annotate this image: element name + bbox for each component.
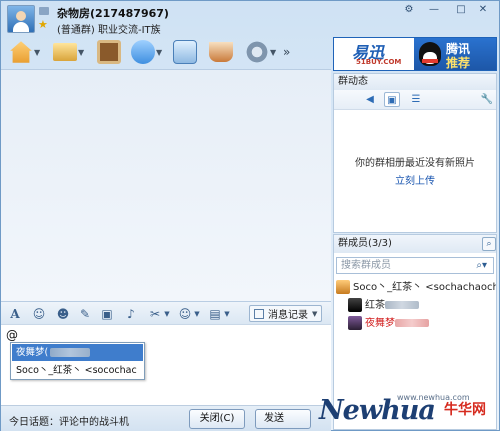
image-icon[interactable]: ▣ [99, 306, 115, 322]
star-icon: ★ [38, 18, 48, 31]
member-name: Soco丶_红茶丶 <sochachaocha [353, 282, 496, 293]
blurred-id [50, 348, 91, 357]
home-button[interactable]: ▼ [9, 39, 42, 65]
main-toolbar: ▼ ▼ ▼ ▼ » [1, 37, 331, 69]
speaker-icon[interactable]: ◀ [362, 92, 378, 107]
settings-button[interactable]: ▼ [245, 39, 278, 65]
folder-icon [53, 43, 77, 61]
mention-suggestion-item[interactable]: Soco丶_红茶丶 <socochac [12, 362, 143, 379]
group-chat-button[interactable] [173, 39, 197, 65]
chevron-down-icon[interactable]: ▼ [193, 306, 201, 322]
chevron-down-icon[interactable]: ▼ [78, 48, 86, 57]
mention-suggestion-popup: 夜舞梦( Soco丶_红茶丶 <socochac [10, 342, 145, 380]
apps-button[interactable] [209, 39, 233, 65]
chevron-down-icon[interactable]: ▼ [163, 306, 171, 322]
home-icon [10, 41, 32, 63]
blurred-id [395, 319, 429, 327]
history-icon [254, 308, 264, 319]
avatar [348, 316, 362, 330]
wrench-icon[interactable]: 🔧 [479, 92, 495, 107]
chat-history-area[interactable] [1, 69, 331, 301]
daily-topic[interactable]: 今日话题：评论中的战斗机 [9, 413, 129, 428]
coffee-cup-icon [209, 42, 233, 62]
message-input-text: @ [6, 328, 18, 342]
message-history-button[interactable]: 消息记录 ▼ [249, 305, 323, 322]
member-name: 夜舞梦 [365, 318, 395, 329]
member-list-item[interactable]: 红茶 [334, 297, 496, 315]
maximize-button[interactable]: □ [451, 3, 471, 17]
more-tools-button[interactable]: » [283, 39, 290, 65]
search-dropdown-icon[interactable]: ⌕▾ [476, 258, 487, 273]
avatar [336, 280, 350, 294]
music-icon[interactable]: ♪ [123, 306, 139, 322]
gear-icon [245, 40, 269, 64]
qq-group-chat-window: ★ 杂物房(217487967) (普通群) 职业交流-IT族 ⚙ — □ ✕ … [0, 0, 500, 431]
ad-text-line2: 推荐 [446, 56, 471, 70]
group-chat-icon [173, 40, 197, 64]
photo-icon[interactable]: ▣ [384, 92, 400, 107]
empty-album-message: 你的群相册最近没有新照片 [355, 158, 475, 169]
voice-button[interactable]: ▼ [131, 39, 164, 65]
group-avatar[interactable] [7, 5, 35, 33]
chevron-down-icon[interactable]: ▼ [270, 48, 278, 57]
bottom-bar: 今日话题：评论中的战斗机 关闭(C) 发送 [1, 405, 331, 431]
group-description: (普通群) 职业交流-IT族 [57, 25, 161, 36]
edit-icon[interactable]: ✎ [77, 306, 93, 322]
ad-url: 51BUY.COM [356, 58, 402, 66]
album-icon [97, 40, 121, 64]
mention-suggestion-item[interactable]: 夜舞梦( [12, 344, 143, 361]
mention-suggestion-name: 夜舞梦( [16, 347, 49, 358]
chevron-down-icon[interactable]: ▼ [312, 310, 317, 318]
group-news-tabs: ◀ ▣ ☰ 🔧 [334, 90, 496, 110]
chevron-down-icon[interactable]: ▼ [34, 48, 42, 57]
advertisement-banner[interactable]: 易迅 51BUY.COM 腾讯 推荐 [333, 37, 497, 71]
ad-brand-area: 易迅 51BUY.COM [334, 38, 414, 70]
mention-suggestion-name: Soco丶_红茶丶 <socochac [16, 365, 137, 376]
album-button[interactable] [97, 39, 121, 65]
emoji-icon[interactable]: ☺ [177, 306, 193, 322]
magic-face-icon[interactable]: ☻ [55, 306, 71, 322]
minimize-button[interactable]: — [424, 3, 444, 17]
font-icon[interactable]: A [7, 306, 23, 322]
group-news-title: 群动态 [334, 74, 496, 90]
group-members-title: 群成员(3/3) [334, 235, 496, 253]
window-shake-icon[interactable]: ▤ [207, 306, 223, 322]
input-toolbar: A ☺ ☻ ✎ ▣ ♪ ✂ ▼ ☺ ▼ ▤ ▼ 消息记录 ▼ [1, 301, 331, 325]
blurred-id [385, 301, 419, 309]
group-members-panel: 群成员(3/3) ⌕ 搜索群成员 ⌕▾ Soco丶_红茶丶 <sochachao… [333, 234, 497, 430]
member-list-item[interactable]: 夜舞梦 [334, 315, 496, 333]
screenshot-scissors-icon[interactable]: ✂ [147, 306, 163, 322]
member-name: 红茶 [365, 300, 385, 311]
qq-penguin-icon [419, 42, 441, 66]
send-button[interactable]: 发送 [255, 409, 311, 429]
member-list-item[interactable]: Soco丶_红茶丶 <sochachaocha [334, 279, 496, 297]
close-button[interactable]: 关闭(C) [189, 409, 245, 429]
member-search-input[interactable]: 搜索群成员 ⌕▾ [336, 257, 494, 274]
group-news-panel: 群动态 ◀ ▣ ☰ 🔧 你的群相册最近没有新照片 立刻上传 [333, 73, 497, 233]
close-window-button[interactable]: ✕ [473, 3, 493, 17]
group-name: 杂物房(217487967) [57, 7, 169, 20]
message-history-label: 消息记录 [268, 310, 308, 321]
group-type-icon [39, 7, 49, 15]
list-icon[interactable]: ☰ [408, 92, 424, 107]
microphone-icon [131, 40, 155, 64]
share-files-button[interactable]: ▼ [53, 39, 86, 65]
avatar [348, 298, 362, 312]
upload-now-link[interactable]: 立刻上传 [334, 172, 496, 187]
ad-tencent-area: 腾讯 推荐 [414, 38, 496, 70]
chevron-down-icon[interactable]: ▼ [223, 306, 231, 322]
chevron-down-icon[interactable]: ▼ [156, 48, 164, 57]
search-icon[interactable]: ⌕ [482, 237, 496, 251]
member-search-placeholder: 搜索群成员 [341, 260, 391, 271]
settings-icon[interactable]: ⚙ [399, 3, 419, 17]
title-bar[interactable]: ★ 杂物房(217487967) (普通群) 职业交流-IT族 ⚙ — □ ✕ [1, 1, 499, 37]
emoticon-icon[interactable]: ☺ [31, 306, 47, 322]
